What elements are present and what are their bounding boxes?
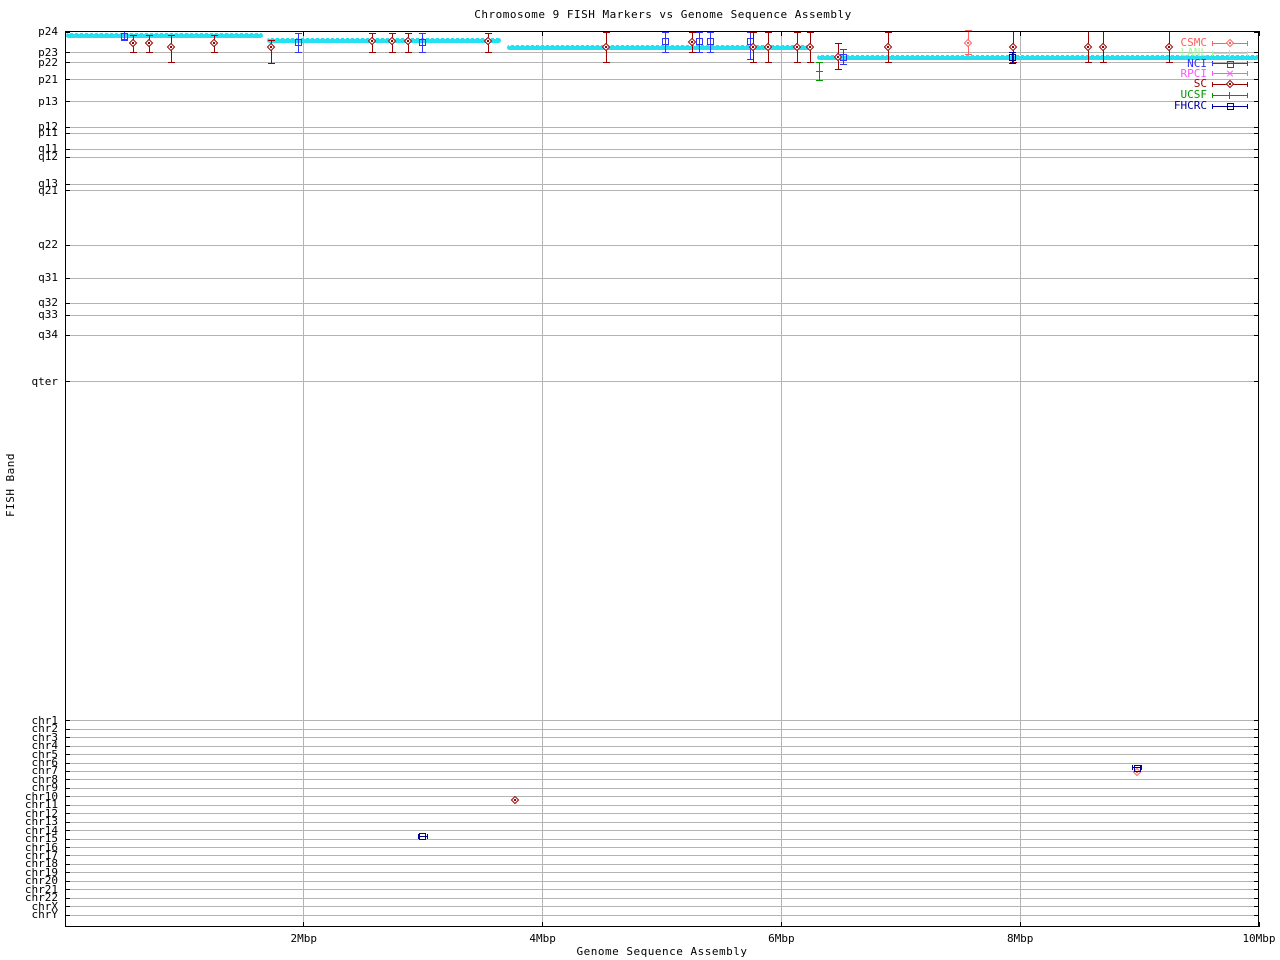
band-label: q12	[38, 150, 58, 164]
band-label: p21	[38, 72, 58, 86]
band-label: q31	[38, 271, 58, 285]
band-label: q21	[38, 183, 58, 197]
x-axis-title: Genome Sequence Assembly	[576, 945, 748, 958]
y-axis-title: FISH Band	[4, 452, 17, 518]
plot-border	[65, 31, 1259, 927]
band-label: q22	[38, 238, 58, 251]
x-tick-label: 4Mbp	[529, 932, 556, 945]
x-tick-label: 2Mbp	[290, 932, 318, 945]
band-label: qter	[31, 374, 59, 388]
band-label: p13	[38, 94, 58, 108]
band-label: q34	[38, 328, 58, 341]
band-label: p22	[38, 55, 58, 69]
band-label: p24	[38, 25, 58, 38]
x-tick-label: 10Mbp	[1242, 932, 1276, 945]
x-tick-label: 8Mbp	[1006, 932, 1034, 945]
chart-title: Chromosome 9 FISH Markers vs Genome Sequ…	[474, 8, 852, 21]
chr-label: chrY	[31, 908, 59, 921]
band-label: q33	[38, 308, 58, 321]
x-tick-label: 6Mbp	[768, 932, 795, 945]
band-label: p11	[38, 126, 58, 140]
fish-chart: Chromosome 9 FISH Markers vs Genome Sequ…	[0, 0, 1280, 960]
